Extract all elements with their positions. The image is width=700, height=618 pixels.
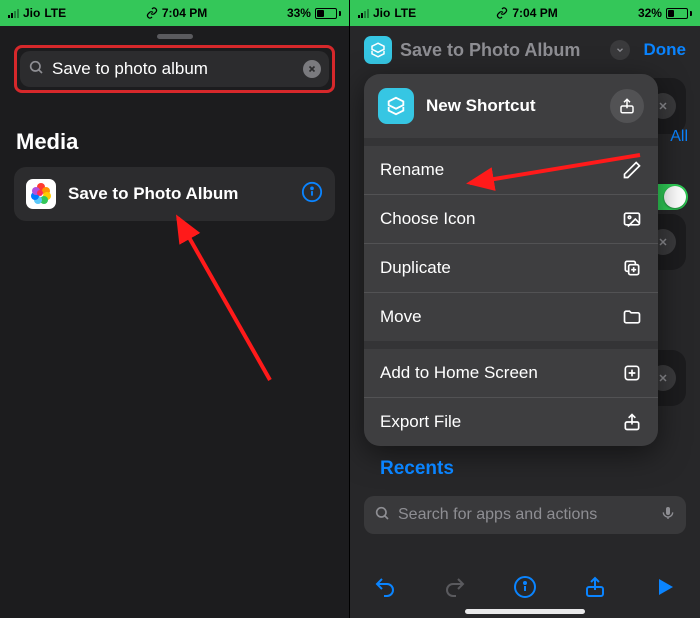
signal-bars-icon bbox=[8, 8, 19, 18]
search-result-row[interactable]: Save to Photo Album bbox=[14, 167, 335, 221]
recents-heading[interactable]: Recents bbox=[380, 458, 454, 480]
hotspot-icon bbox=[146, 7, 158, 19]
redo-button[interactable] bbox=[443, 575, 467, 599]
status-bar: Jio LTE 7:04 PM 33% bbox=[0, 0, 349, 26]
search-input[interactable]: Save to photo album bbox=[20, 51, 329, 87]
duplicate-icon bbox=[622, 258, 642, 278]
shortcut-badge-icon bbox=[378, 88, 414, 124]
menu-item-export[interactable]: Export File bbox=[364, 397, 658, 446]
battery-icon bbox=[315, 8, 341, 19]
annotation-arrow bbox=[150, 200, 290, 405]
home-indicator[interactable] bbox=[465, 609, 585, 614]
shortcut-title-label: Save to Photo Album bbox=[400, 40, 602, 61]
export-icon bbox=[622, 412, 642, 432]
hotspot-icon bbox=[496, 7, 508, 19]
chevron-down-icon[interactable] bbox=[610, 40, 630, 60]
menu-label: Move bbox=[380, 307, 422, 327]
menu-item-duplicate[interactable]: Duplicate bbox=[364, 243, 658, 292]
run-button[interactable] bbox=[653, 575, 677, 599]
info-button[interactable] bbox=[513, 575, 537, 599]
menu-label: Export File bbox=[380, 412, 461, 432]
shortcut-settings-sheet: New Shortcut Rename Choose Icon Duplicat… bbox=[364, 74, 658, 446]
search-placeholder: Search for apps and actions bbox=[398, 506, 597, 524]
status-bar: Jio LTE 7:04 PM 32% bbox=[350, 0, 700, 26]
all-chip[interactable]: All bbox=[670, 128, 688, 146]
menu-item-move[interactable]: Move bbox=[364, 292, 658, 341]
undo-button[interactable] bbox=[373, 575, 397, 599]
battery-pct-label: 32% bbox=[638, 6, 662, 20]
plus-square-icon bbox=[622, 363, 642, 383]
menu-label: Rename bbox=[380, 160, 444, 180]
clock-label: 7:04 PM bbox=[162, 6, 207, 20]
menu-label: Add to Home Screen bbox=[380, 363, 538, 383]
search-icon bbox=[374, 505, 390, 526]
share-button[interactable] bbox=[610, 89, 644, 123]
photos-app-icon bbox=[26, 179, 56, 209]
section-heading-media: Media bbox=[16, 129, 333, 155]
clear-search-button[interactable] bbox=[303, 60, 321, 78]
done-button[interactable]: Done bbox=[644, 40, 687, 60]
menu-item-rename[interactable]: Rename bbox=[364, 146, 658, 194]
left-screenshot: Jio LTE 7:04 PM 33% Save to photo album … bbox=[0, 0, 350, 618]
network-label: LTE bbox=[44, 6, 66, 20]
sheet-title: New Shortcut bbox=[426, 96, 598, 116]
mic-icon[interactable] bbox=[660, 505, 676, 526]
battery-pct-label: 33% bbox=[287, 6, 311, 20]
info-button[interactable] bbox=[301, 181, 323, 208]
menu-label: Duplicate bbox=[380, 258, 451, 278]
folder-icon bbox=[622, 307, 642, 327]
menu-label: Choose Icon bbox=[380, 209, 475, 229]
battery-icon bbox=[666, 8, 692, 19]
actions-search-input[interactable]: Search for apps and actions bbox=[364, 496, 686, 534]
carrier-label: Jio bbox=[23, 6, 40, 20]
share-button[interactable] bbox=[583, 575, 607, 599]
menu-item-choose-icon[interactable]: Choose Icon bbox=[364, 194, 658, 243]
network-label: LTE bbox=[394, 6, 416, 20]
search-result-label: Save to Photo Album bbox=[68, 184, 289, 204]
search-highlight-annotation: Save to photo album bbox=[14, 45, 335, 93]
pencil-icon bbox=[622, 160, 642, 180]
search-input-text: Save to photo album bbox=[52, 59, 295, 79]
clock-label: 7:04 PM bbox=[512, 6, 557, 20]
image-icon bbox=[622, 209, 642, 229]
signal-bars-icon bbox=[358, 8, 369, 18]
right-screenshot: Jio LTE 7:04 PM 32% Save to Photo Album … bbox=[350, 0, 700, 618]
search-icon bbox=[28, 59, 44, 80]
carrier-label: Jio bbox=[373, 6, 390, 20]
menu-item-add-home[interactable]: Add to Home Screen bbox=[364, 349, 658, 397]
sheet-grabber[interactable] bbox=[157, 34, 193, 39]
